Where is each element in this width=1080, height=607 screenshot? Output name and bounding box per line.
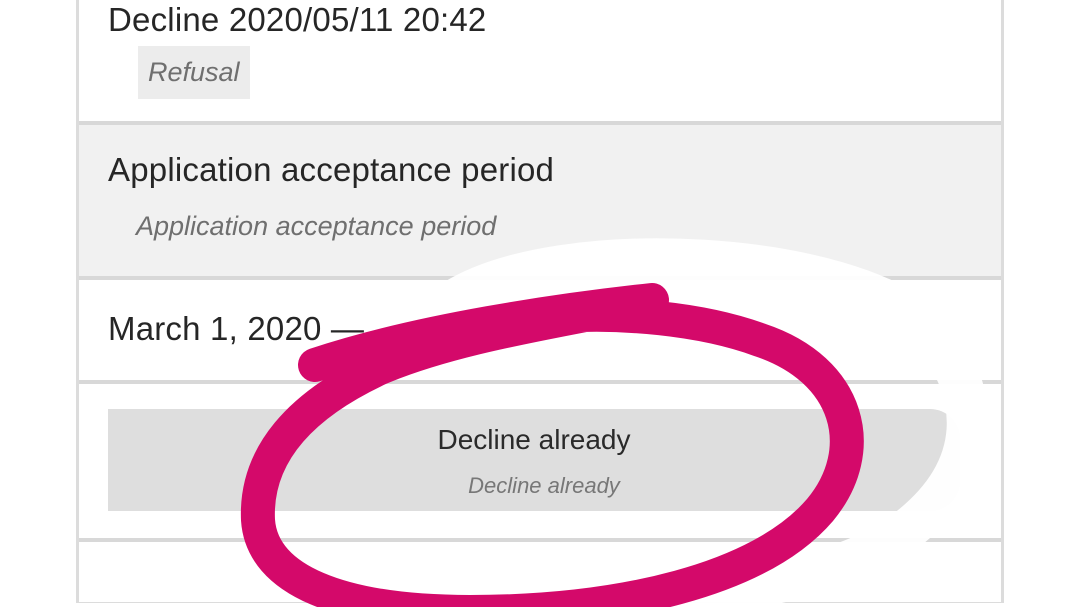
status-row: Decline 2020/05/11 20:42 Refusal (79, 0, 1001, 125)
decline-already-label: Decline already (437, 424, 631, 455)
action-row: Decline already Decline already (79, 384, 1001, 542)
status-title: Decline 2020/05/11 20:42 (108, 1, 487, 38)
acceptance-period-subtitle: Application acceptance period (136, 211, 497, 241)
decline-already-sublabel: Decline already (468, 473, 620, 498)
acceptance-period-row: Application acceptance period Applicatio… (79, 125, 1001, 280)
date-row: March 1, 2020 — (79, 280, 1001, 384)
screenshot-stage: Decline 2020/05/11 20:42 Refusal Applica… (0, 0, 1080, 607)
application-detail-card: Decline 2020/05/11 20:42 Refusal Applica… (76, 0, 1004, 603)
decline-already-button[interactable]: Decline already Decline already (108, 409, 960, 511)
period-date: March 1, 2020 — (108, 310, 365, 347)
empty-row (79, 542, 1001, 602)
status-tag: Refusal (138, 46, 250, 99)
acceptance-period-title: Application acceptance period (108, 151, 555, 188)
